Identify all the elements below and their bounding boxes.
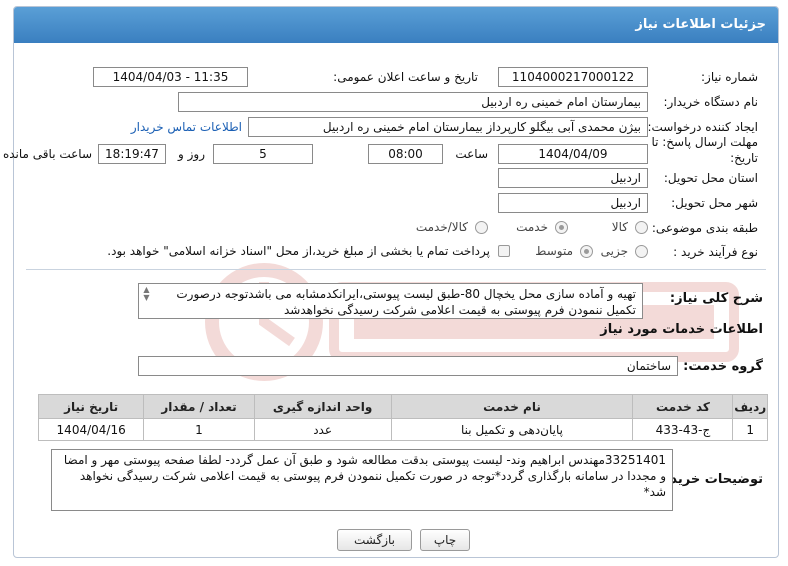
cell-service-name: پایان‌دهی و تکمیل بنا (390, 418, 634, 441)
deadline-time-field: 08:00 (368, 144, 443, 164)
buyer-org-field: بیمارستان امام خمینی ره اردبیل (178, 92, 648, 112)
deadline-date-field: 1404/04/09 (498, 144, 648, 164)
cell-service-code: ج-43-433 (632, 418, 734, 441)
category-radio-goods-service[interactable] (475, 221, 488, 234)
summary-textarea[interactable]: تهیه و آماده سازی محل یخچال 80-طبق لیست … (138, 283, 643, 319)
table-row: 1 ج-43-433 پایان‌دهی و تکمیل بنا عدد 1 1… (37, 418, 768, 441)
summary-text: تهیه و آماده سازی محل یخچال 80-طبق لیست … (176, 287, 636, 317)
process-option-medium: متوسط (535, 244, 573, 258)
category-radio-service[interactable] (555, 221, 568, 234)
days-label: روز و (178, 147, 205, 161)
need-number-label: شماره نیاز: (701, 70, 758, 84)
need-details-panel: جزئیات اطلاعات نیاز شماره نیاز: 11040002… (3, 6, 779, 558)
city-field: اردبیل (498, 193, 648, 213)
category-option-goods-service: کالا/خدمت (415, 220, 468, 234)
buyer-contact-link[interactable]: اطلاعات تماس خریدار (131, 120, 242, 134)
announce-label: تاریخ و ساعت اعلان عمومی: (333, 70, 478, 84)
col-service-code: کد خدمت (632, 394, 734, 419)
process-type-label: نوع فرآیند خرید : (673, 245, 758, 259)
deadline-date-label: تاریخ: (730, 151, 758, 165)
print-button[interactable]: چاپ (420, 529, 470, 551)
table-header-row: ردیف کد خدمت نام خدمت واحد اندازه گیری ت… (37, 394, 768, 419)
services-table: ردیف کد خدمت نام خدمت واحد اندازه گیری ت… (37, 394, 768, 441)
remaining-time-label: ساعت باقی مانده (2, 147, 92, 161)
col-need-date: تاریخ نیاز (37, 394, 145, 419)
requester-field: بیژن محمدی آبی بیگلو کارپرداز بیمارستان … (248, 117, 648, 137)
category-label: طبقه بندی موضوعی: (651, 221, 758, 235)
services-section-title: اطلاعات خدمات مورد نیاز (600, 322, 763, 337)
scroll-arrows-icon[interactable]: ▲ ▼ (141, 286, 152, 304)
buyer-notes-textarea[interactable]: 33251401مهندس ابراهیم وند- لیست پیوستی ب… (51, 449, 673, 511)
buyer-notes-text: 33251401مهندس ابراهیم وند- لیست پیوستی ب… (63, 453, 666, 499)
section-divider (26, 269, 766, 270)
city-label: شهر محل تحویل: (671, 196, 758, 210)
col-row-number: ردیف (732, 394, 768, 419)
treasury-payment-note: پرداخت تمام یا بخشی از مبلغ خرید،از محل … (107, 244, 490, 258)
service-group-field: ساختمان (138, 356, 678, 376)
announce-datetime-field: 1404/04/03 - 11:35 (93, 67, 248, 87)
deadline-time-label: ساعت (455, 147, 488, 161)
cell-quantity: 1 (143, 418, 255, 441)
remaining-days-field: 5 (213, 144, 313, 164)
cell-row-number: 1 (732, 418, 768, 441)
service-group-label: گروه خدمت: (683, 359, 763, 374)
remaining-time-field: 18:19:47 (98, 144, 166, 164)
treasury-payment-checkbox[interactable] (498, 245, 510, 257)
requester-label: ایجاد کننده درخواست: (647, 120, 758, 134)
need-number-field: 1104000217000122 (498, 67, 648, 87)
process-radio-medium[interactable] (580, 245, 593, 258)
buyer-org-label: نام دستگاه خریدار: (663, 95, 759, 109)
col-service-name: نام خدمت (390, 394, 634, 419)
back-button[interactable]: بازگشت (337, 529, 412, 551)
cell-need-date: 1404/04/16 (37, 418, 145, 441)
col-unit: واحد اندازه گیری (253, 394, 392, 419)
province-label: استان محل تحویل: (663, 171, 758, 185)
category-radio-goods[interactable] (635, 221, 648, 234)
cell-unit: عدد (253, 418, 392, 441)
panel-title: جزئیات اطلاعات نیاز (14, 7, 778, 43)
category-option-service: خدمت (516, 220, 548, 234)
category-option-goods: کالا (611, 220, 628, 234)
summary-label: شرح کلی نیاز: (669, 291, 763, 306)
process-radio-minor[interactable] (635, 245, 648, 258)
province-field: اردبیل (498, 168, 648, 188)
deadline-label: مهلت ارسال پاسخ: تا (651, 135, 758, 149)
col-quantity: تعداد / مقدار (143, 394, 255, 419)
process-option-minor: جزیی (600, 244, 628, 258)
